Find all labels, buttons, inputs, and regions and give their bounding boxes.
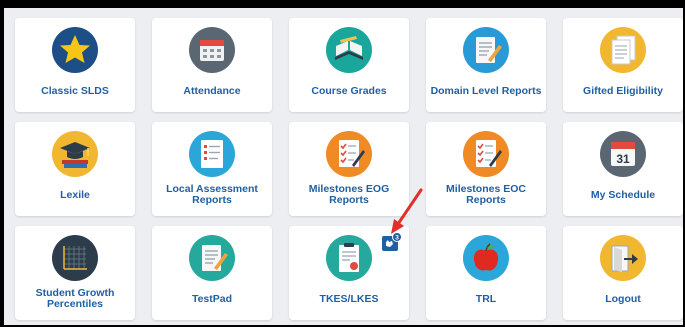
apple-icon [463, 235, 509, 281]
calendar-grid-icon [189, 27, 235, 73]
tile-local-assessment-reports[interactable]: Local Assessment Reports [152, 122, 272, 216]
tile-label: Gifted Eligibility [583, 84, 663, 97]
calendar-31-icon: 31 [600, 131, 646, 177]
tile-label: Milestones EOC Reports [446, 183, 526, 206]
notepad-pencil-icon [189, 235, 235, 281]
tile-course-grades[interactable]: Course Grades [289, 18, 409, 112]
tile-trl[interactable]: TRL [426, 226, 546, 320]
tile-label: Lexile [60, 188, 90, 201]
tile-testpad[interactable]: TestPad [152, 226, 272, 320]
tile-label: My Schedule [590, 188, 656, 201]
tile-attendance[interactable]: Attendance [152, 18, 272, 112]
tile-milestones-eoc-reports[interactable]: Milestones EOC Reports [426, 122, 546, 216]
tile-label: Course Grades [311, 84, 387, 97]
graduation-cap-icon [52, 131, 98, 177]
checklist-icon [189, 131, 235, 177]
document-stack-icon [600, 27, 646, 73]
checklist-clipboard-icon [463, 131, 509, 177]
tile-domain-level-reports[interactable]: Domain Level Reports [426, 18, 546, 112]
growth-chart-icon [52, 235, 98, 281]
tile-label: Student Growth Percentiles [35, 287, 115, 310]
tile-student-growth-percentiles[interactable]: Student Growth Percentiles [15, 226, 135, 320]
tile-gifted-eligibility[interactable]: Gifted Eligibility [563, 18, 683, 112]
tile-label: Classic SLDS [41, 84, 109, 97]
checklist-clipboard-icon [326, 131, 372, 177]
tile-logout[interactable]: Logout [563, 226, 683, 320]
tile-label: Attendance [183, 84, 241, 97]
tile-label: Local Assessment Reports [166, 183, 258, 206]
app-launcher-panel: Classic SLDS Attendance Course Grades Do… [4, 8, 683, 325]
tile-label: TKES/LKES [319, 292, 379, 305]
annotation-arrow [391, 188, 423, 234]
tile-classic-slds[interactable]: Classic SLDS [15, 18, 135, 112]
clipboard-apple-icon [326, 235, 372, 281]
tile-label: TRL [475, 292, 497, 305]
tile-label: Logout [605, 292, 641, 305]
open-book-icon [326, 27, 372, 73]
calendar-day-text: 31 [616, 152, 630, 166]
notepad-pencil-icon [463, 27, 509, 73]
tile-lexile[interactable]: Lexile [15, 122, 135, 216]
tile-my-schedule[interactable]: 31 My Schedule [563, 122, 683, 216]
star-icon [52, 27, 98, 73]
tile-label: TestPad [191, 292, 233, 305]
tile-label: Domain Level Reports [430, 84, 542, 97]
exit-door-icon [600, 235, 646, 281]
